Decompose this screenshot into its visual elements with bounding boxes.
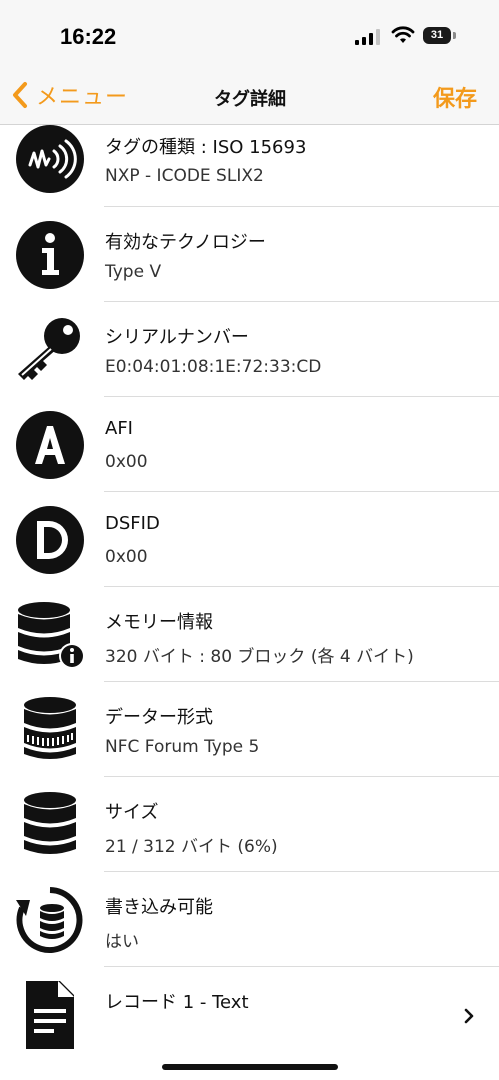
document-icon (16, 981, 84, 1049)
info-icon (16, 221, 84, 289)
wifi-icon (391, 26, 415, 43)
navigation-bar: メニュー タグ詳細 保存 (0, 66, 499, 125)
row-label: DSFID (105, 513, 160, 534)
row-value: NXP - ICODE SLIX2 (105, 166, 264, 186)
tag-detail-list: タグの種類 : ISO 15693 NXP - ICODE SLIX2 有効なテ… (0, 125, 499, 1062)
list-item-technology: 有効なテクノロジー Type V (0, 207, 499, 302)
save-button[interactable]: 保存 (433, 81, 477, 113)
key-icon (16, 316, 84, 384)
row-label: タグの種類 : ISO 15693 (105, 137, 307, 158)
row-label: レコード 1 - Text (105, 992, 249, 1013)
list-item-memory-info: メモリー情報 320 バイト : 80 ブロック (各 4 バイト) (0, 587, 499, 682)
database-format-icon (16, 696, 84, 764)
nfc-tag-icon (16, 125, 84, 193)
row-label: メモリー情報 (105, 612, 213, 633)
list-item-dsfid: DSFID 0x00 (0, 492, 499, 587)
database-info-icon (16, 601, 84, 669)
row-label: 書き込み可能 (105, 897, 213, 918)
list-item-size: サイズ 21 / 312 バイト (6%) (0, 777, 499, 872)
list-item-afi: AFI 0x00 (0, 397, 499, 492)
list-item-record-1[interactable]: レコード 1 - Text (0, 967, 499, 1062)
row-label: 有効なテクノロジー (105, 232, 266, 253)
database-refresh-icon (16, 886, 84, 954)
battery-tip (453, 32, 456, 39)
chevron-right-icon (464, 1008, 474, 1024)
row-value: Type V (105, 262, 162, 282)
status-bar: 16:22 31 (0, 0, 499, 66)
row-value: 320 バイト : 80 ブロック (各 4 バイト) (105, 647, 414, 667)
status-time: 16:22 (60, 24, 117, 49)
row-value: 0x00 (105, 452, 148, 472)
row-value: E0:04:01:08:1E:72:33:CD (105, 357, 322, 377)
row-label: サイズ (105, 802, 159, 823)
list-item-serial-number: シリアルナンバー E0:04:01:08:1E:72:33:CD (0, 302, 499, 397)
cellular-signal-icon (355, 29, 380, 45)
row-label: AFI (105, 418, 133, 439)
database-icon (16, 791, 84, 859)
row-value: NFC Forum Type 5 (105, 737, 260, 757)
home-indicator (162, 1064, 338, 1070)
chevron-left-icon (13, 82, 27, 108)
row-value: 21 / 312 バイト (6%) (105, 837, 278, 857)
row-label: データー形式 (105, 707, 213, 728)
list-item-writable: 書き込み可能 はい (0, 872, 499, 967)
letter-d-icon (16, 506, 84, 574)
row-label: シリアルナンバー (105, 327, 249, 348)
letter-a-icon (16, 411, 84, 479)
list-item-tag-type: タグの種類 : ISO 15693 NXP - ICODE SLIX2 (0, 125, 499, 207)
list-item-data-format: データー形式 NFC Forum Type 5 (0, 682, 499, 777)
back-button[interactable]: メニュー (10, 80, 128, 110)
row-value: はい (105, 932, 139, 952)
row-value: 0x00 (105, 547, 148, 567)
page-title: タグ詳細 (214, 89, 286, 110)
battery-indicator: 31 (423, 27, 451, 44)
back-button-label: メニュー (36, 85, 129, 110)
